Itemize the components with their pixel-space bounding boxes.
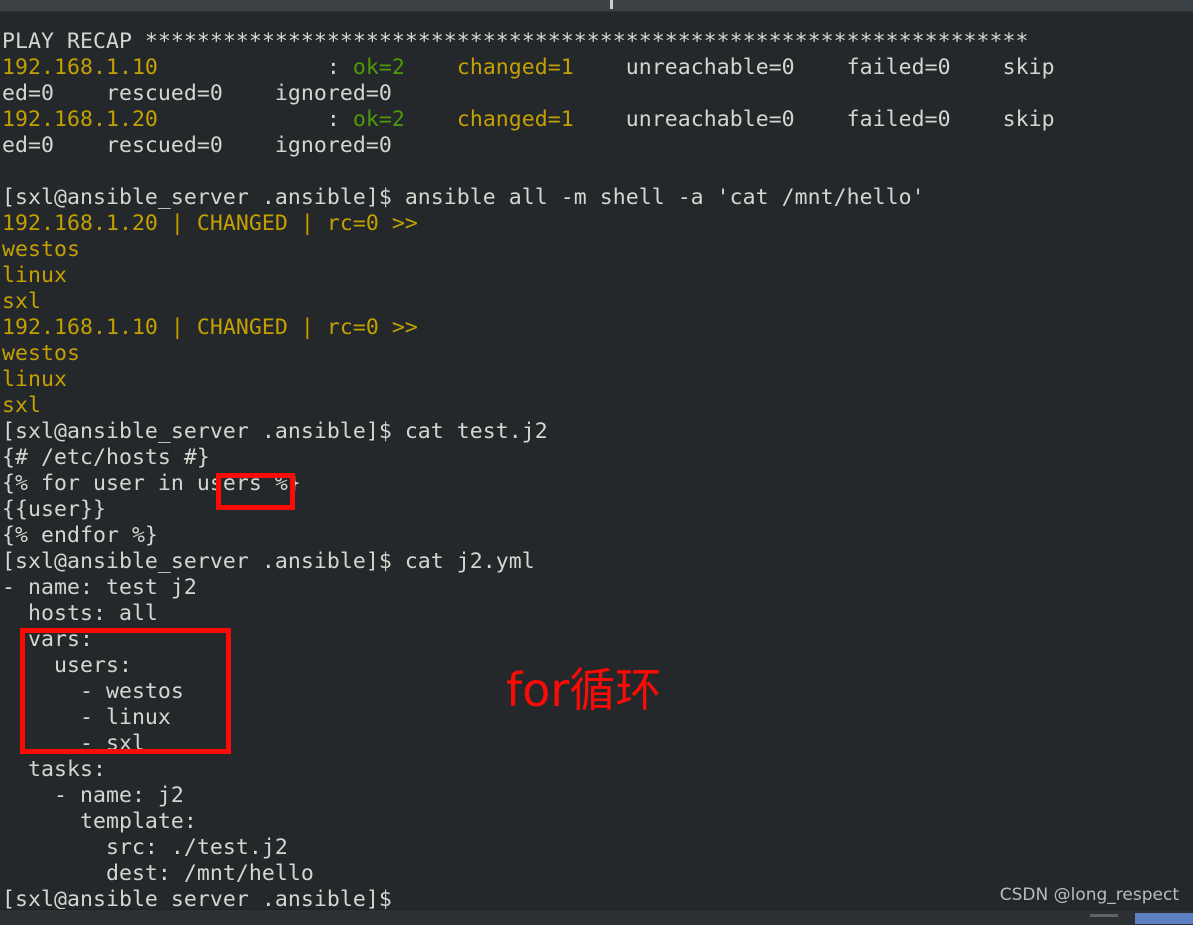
- terminal-text-segment: {% endfor %}: [2, 523, 158, 548]
- terminal-line: ed=0 rescued=0 ignored=0: [0, 133, 1193, 159]
- terminal-line: sxl: [0, 393, 1193, 419]
- watermark-text: CSDN @long_respect: [999, 885, 1179, 905]
- terminal-text-segment: ed=0 rescued=0 ignored=0: [2, 133, 392, 158]
- terminal-line: {% endfor %}: [0, 523, 1193, 549]
- terminal-text-segment: westos: [2, 237, 80, 262]
- terminal-text-segment: :: [157, 55, 353, 80]
- terminal-text-segment: unreachable=0 failed=0 skip: [573, 55, 1055, 80]
- terminal-text-segment: src: ./test.j2: [2, 835, 288, 860]
- terminal-text-segment: changed=1: [456, 55, 574, 80]
- terminal-window[interactable]: PLAY RECAP *****************************…: [0, 0, 1193, 925]
- terminal-line: ed=0 rescued=0 ignored=0: [0, 81, 1193, 107]
- terminal-line: {# /etc/hosts #}: [0, 445, 1193, 471]
- terminal-text-segment: changed=1: [456, 107, 574, 132]
- horizontal-scrollbar-thumb[interactable]: [1135, 913, 1193, 924]
- terminal-text-segment: linux: [2, 367, 67, 392]
- terminal-text-segment: ok=2: [352, 107, 405, 132]
- terminal-output-area[interactable]: PLAY RECAP *****************************…: [0, 29, 1193, 912]
- terminal-text-segment: - name: j2: [2, 783, 184, 808]
- terminal-line: linux: [0, 367, 1193, 393]
- terminal-line: {{user}}: [0, 497, 1193, 523]
- terminal-text-segment: {# /etc/hosts #}: [2, 445, 210, 470]
- terminal-text-segment: PLAY RECAP *****************************…: [2, 29, 1029, 54]
- terminal-text-segment: - westos: [2, 679, 184, 704]
- terminal-line: {% for user in users %}: [0, 471, 1193, 497]
- terminal-text-segment: ok=2: [352, 55, 405, 80]
- terminal-line: - name: test j2: [0, 575, 1193, 601]
- terminal-line: - name: j2: [0, 783, 1193, 809]
- terminal-line: westos: [0, 341, 1193, 367]
- terminal-text-segment: {% for user in users %}: [2, 471, 301, 496]
- terminal-line: - sxl: [0, 731, 1193, 757]
- terminal-text-segment: tasks:: [2, 757, 106, 782]
- titlebar-nub-icon: [610, 0, 613, 9]
- annotation-callout-label: for循环: [506, 663, 662, 717]
- terminal-text-segment: sxl: [2, 393, 41, 418]
- terminal-text-segment: 192.168.1.20: [2, 107, 158, 132]
- window-statusbar[interactable]: [0, 909, 1193, 925]
- terminal-text-segment: [sxl@ansible_server .ansible]$ cat j2.ym…: [2, 549, 535, 574]
- window-titlebar[interactable]: [0, 0, 1193, 12]
- terminal-line: src: ./test.j2: [0, 835, 1193, 861]
- terminal-line: tasks:: [0, 757, 1193, 783]
- terminal-line: 192.168.1.20 | CHANGED | rc=0 >>: [0, 211, 1193, 237]
- terminal-text-segment: {{user}}: [2, 497, 106, 522]
- terminal-line: 192.168.1.10 | CHANGED | rc=0 >>: [0, 315, 1193, 341]
- terminal-line: westos: [0, 237, 1193, 263]
- terminal-line: linux: [0, 263, 1193, 289]
- terminal-text-segment: dest: /mnt/hello: [2, 861, 314, 886]
- terminal-text-segment: vars:: [2, 627, 93, 652]
- statusbar-tick-icon: [1090, 914, 1118, 917]
- terminal-line: dest: /mnt/hello: [0, 861, 1193, 887]
- terminal-text-segment: - linux: [2, 705, 171, 730]
- terminal-line: template:: [0, 809, 1193, 835]
- terminal-line: sxl: [0, 289, 1193, 315]
- terminal-line: vars:: [0, 627, 1193, 653]
- terminal-text-segment: users:: [2, 653, 132, 678]
- terminal-text-segment: [sxl@ansible_server .ansible]$ ansible a…: [2, 185, 925, 210]
- terminal-text-segment: template:: [2, 809, 197, 834]
- terminal-text-segment: - name: test j2: [2, 575, 197, 600]
- terminal-text-segment: 192.168.1.10 | CHANGED | rc=0 >>: [2, 315, 418, 340]
- terminal-line: [sxl@ansible_server .ansible]$ ansible a…: [0, 185, 1193, 211]
- terminal-text-segment: ed=0 rescued=0 ignored=0: [2, 81, 392, 106]
- terminal-text-segment: :: [157, 107, 353, 132]
- terminal-text-segment: [sxl@ansible_server .ansible]$ cat test.…: [2, 419, 548, 444]
- terminal-text-segment: sxl: [2, 289, 41, 314]
- terminal-line: 192.168.1.20 : ok=2 changed=1 unreachabl…: [0, 107, 1193, 133]
- terminal-text-segment: unreachable=0 failed=0 skip: [573, 107, 1055, 132]
- terminal-text-segment: hosts: all: [2, 601, 158, 626]
- terminal-line: PLAY RECAP *****************************…: [0, 29, 1193, 55]
- terminal-text-segment: 192.168.1.20 | CHANGED | rc=0 >>: [2, 211, 418, 236]
- terminal-line: hosts: all: [0, 601, 1193, 627]
- terminal-text-segment: linux: [2, 263, 67, 288]
- terminal-text-segment: 192.168.1.10: [2, 55, 158, 80]
- terminal-line: [sxl@ansible_server .ansible]$ cat test.…: [0, 419, 1193, 445]
- terminal-text-segment: westos: [2, 341, 80, 366]
- terminal-line: [sxl@ansible_server .ansible]$ cat j2.ym…: [0, 549, 1193, 575]
- terminal-line: 192.168.1.10 : ok=2 changed=1 unreachabl…: [0, 55, 1193, 81]
- terminal-text-segment: - sxl: [2, 731, 145, 756]
